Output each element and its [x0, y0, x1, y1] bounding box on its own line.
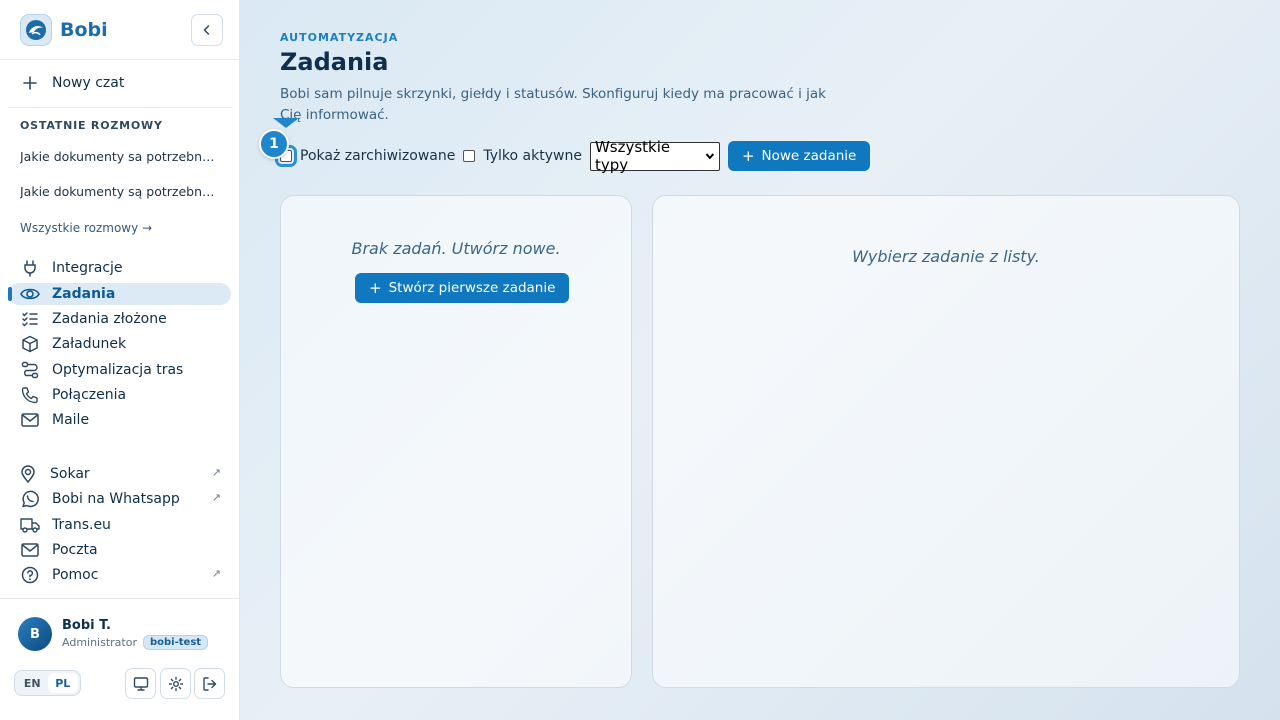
sidebar-item-zaladunek[interactable]: Załadunek: [8, 333, 231, 355]
checkbox-box[interactable]: [463, 150, 476, 162]
sidebar-item-label: Poczta: [52, 542, 98, 558]
task-type-selected: Wszystkie typy: [594, 138, 671, 174]
collapse-sidebar-button[interactable]: [191, 14, 223, 46]
new-task-label: Nowe zadanie: [761, 148, 857, 164]
chevron-down-icon: [705, 153, 715, 160]
sidebar-item-zadania-zlozone[interactable]: Zadania złożone: [8, 308, 231, 330]
avatar: B: [18, 617, 52, 651]
sidebar-item-poczta[interactable]: Poczta: [8, 539, 231, 561]
task-type-select[interactable]: Wszystkie typy: [589, 138, 720, 174]
user-profile[interactable]: B Bobi T. Administrator bobi-test: [18, 617, 209, 651]
settings-button[interactable]: [160, 668, 191, 699]
route-icon: [20, 360, 40, 380]
conversation-item[interactable]: Jakie dokumenty sa potrzebne do...: [20, 149, 220, 164]
sidebar-item-label: Zadania złożone: [52, 311, 167, 327]
sidebar-item-maile[interactable]: Maile: [8, 409, 231, 431]
create-first-task-button[interactable]: + Stwórz pierwsze zadanie: [355, 273, 570, 303]
phone-icon: [20, 385, 40, 405]
page-title: Zadania: [280, 48, 389, 76]
marker-pointer: [273, 118, 299, 128]
whatsapp-icon: [20, 489, 40, 509]
external-link-icon: ↗: [211, 567, 221, 580]
recent-conversations-label: OSTATNIE ROZMOWY: [20, 119, 163, 132]
gear-icon: [168, 676, 183, 691]
sidebar-item-integracje[interactable]: Integracje: [8, 257, 231, 279]
user-role: Administrator: [62, 636, 137, 649]
sidebar-item-label: Optymalizacja tras: [52, 362, 184, 378]
sidebar-item-label: Sokar: [50, 466, 90, 482]
sidebar: Bobi Nowy czat OSTATNIE ROZMOWY Jakie do…: [0, 0, 240, 720]
lang-option-en[interactable]: EN: [17, 673, 48, 693]
page-description: Bobi sam pilnuje skrzynki, giełdy i stat…: [280, 86, 826, 123]
sidebar-item-label: Pomoc: [52, 567, 99, 583]
main-content: AUTOMATYZACJA Zadania Bobi sam pilnuje s…: [240, 0, 1280, 720]
sidebar-item-label: Integracje: [52, 260, 123, 276]
sidebar-item-label: Załadunek: [52, 336, 127, 352]
only-active-label: Tylko aktywne: [483, 148, 582, 164]
plus-icon: [20, 73, 40, 93]
logout-button[interactable]: [194, 668, 225, 699]
brand[interactable]: Bobi: [20, 14, 108, 46]
section-eyebrow: AUTOMATYZACJA: [280, 31, 399, 44]
plug-icon: [20, 258, 40, 278]
sidebar-item-label: Trans.eu: [52, 517, 111, 533]
sidebar-item-optymalizacja-tras[interactable]: Optymalizacja tras: [8, 359, 231, 381]
all-conversations-link[interactable]: Wszystkie rozmowy →: [20, 221, 152, 235]
show-archived-checkbox[interactable]: Pokaż zarchiwizowane: [275, 145, 456, 167]
show-archived-label: Pokaż zarchiwizowane: [300, 148, 456, 164]
language-toggle: EN PL: [14, 670, 81, 696]
sidebar-item-trans-eu[interactable]: Trans.eu: [8, 514, 231, 536]
external-link-icon: ↗: [211, 491, 221, 504]
task-list-panel: Brak zadań. Utwórz nowe. + Stwórz pierws…: [280, 195, 632, 688]
new-chat-label: Nowy czat: [52, 75, 125, 91]
divider: [8, 107, 232, 108]
sidebar-item-zadania[interactable]: Zadania: [8, 283, 231, 305]
sidebar-item-bobi-whatsapp[interactable]: Bobi na Whatsapp ↗: [8, 488, 231, 510]
display-settings-button[interactable]: [125, 668, 156, 699]
user-name: Bobi T.: [62, 618, 111, 633]
lang-option-pl[interactable]: PL: [47, 673, 78, 693]
mail-icon: [20, 410, 40, 430]
divider: [0, 598, 240, 599]
workspace-badge: bobi-test: [143, 635, 209, 650]
create-first-label: Stwórz pierwsze zadanie: [388, 280, 556, 296]
sidebar-item-label: Maile: [52, 412, 90, 428]
sidebar-item-sokar[interactable]: Sokar ↗: [8, 463, 231, 485]
package-icon: [20, 334, 40, 354]
chevron-left-icon: [203, 25, 210, 35]
monitor-icon: [133, 676, 148, 691]
empty-list-message: Brak zadań. Utwórz nowe.: [351, 239, 561, 258]
external-link-icon: ↗: [211, 466, 221, 479]
plus-icon: +: [369, 278, 382, 297]
sidebar-item-label: Bobi na Whatsapp: [52, 491, 180, 507]
logout-icon: [202, 676, 216, 691]
map-pin-icon: [18, 464, 38, 484]
select-task-hint: Wybierz zadanie z listy.: [852, 247, 1040, 266]
sidebar-item-pomoc[interactable]: Pomoc ↗: [8, 564, 231, 586]
help-circle-icon: [20, 565, 40, 585]
eye-icon: [20, 284, 40, 304]
divider: [0, 59, 240, 60]
new-chat-button[interactable]: Nowy czat: [20, 71, 124, 95]
task-detail-panel: Wybierz zadanie z listy.: [652, 195, 1240, 688]
mail-icon: [20, 540, 40, 560]
sidebar-item-label: Połączenia: [52, 387, 127, 403]
sidebar-item-label: Zadania: [52, 286, 116, 302]
brand-name: Bobi: [60, 19, 108, 41]
sidebar-item-polaczenia[interactable]: Połączenia: [8, 384, 231, 406]
list-check-icon: [20, 309, 40, 329]
plus-icon: +: [741, 146, 755, 165]
filter-toolbar: Pokaż zarchiwizowane Tylko aktywne Wszys…: [275, 138, 871, 174]
new-task-button[interactable]: + Nowe zadanie: [727, 141, 871, 171]
step-marker-badge: 1: [259, 129, 289, 159]
truck-icon: [20, 515, 40, 535]
dolphin-logo-icon: [20, 14, 52, 46]
conversation-item[interactable]: Jakie dokumenty są potrzebne do...: [20, 184, 220, 199]
only-active-checkbox[interactable]: Tylko aktywne: [463, 148, 582, 164]
